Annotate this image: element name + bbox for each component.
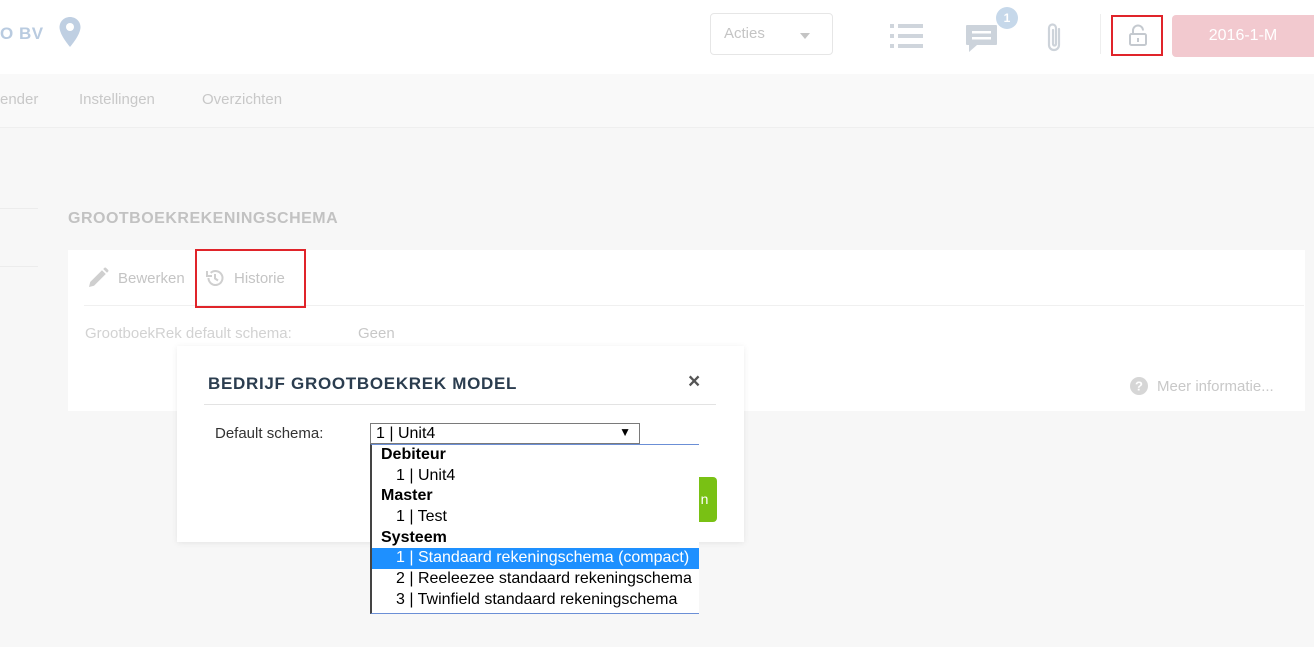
help-icon[interactable]: ? [1130, 377, 1148, 400]
option-debiteur-unit4[interactable]: 1 | Unit4 [372, 466, 699, 487]
actions-label: Acties [724, 25, 765, 42]
option-group-debiteur: Debiteur [381, 446, 446, 463]
field-value: Geen [358, 325, 395, 342]
section-title: GROOTBOEKREKENINGSCHEMA [68, 210, 339, 227]
option-reeleezee[interactable]: 2 | Reeleezee standaard rekeningschema [372, 569, 699, 590]
option-group-master: Master [381, 487, 433, 505]
close-icon[interactable]: × [688, 371, 700, 392]
svg-text:?: ? [1135, 379, 1143, 394]
option-twinfield[interactable]: 3 | Twinfield standaard rekeningschema [372, 590, 699, 611]
field-label: GrootboekRek default schema: [85, 325, 292, 342]
option-standaard-compact[interactable]: 1 | Standaard rekeningschema (compact) [372, 548, 699, 570]
caret-down-icon [800, 33, 810, 39]
edit-button[interactable]: Bewerken [118, 270, 185, 287]
schema-dropdown-list[interactable]: Debiteur 1 | Unit4 Master 1 | Test Syste… [370, 444, 699, 614]
paperclip-icon[interactable] [1044, 21, 1066, 60]
period-button[interactable]: 2016-1-M [1172, 15, 1314, 57]
nav-item-overzichten[interactable]: Overzichten [202, 91, 282, 108]
top-bar: O BV Acties 1 2016-1-M [0, 0, 1314, 74]
selected-value: 1 | Unit4 [376, 425, 436, 442]
actions-dropdown[interactable]: Acties [710, 13, 833, 55]
option-group-systeem: Systeem [381, 528, 447, 546]
dialog-title: BEDRIJF GROOTBOEKREK MODEL [208, 374, 518, 393]
nav-item-instellingen[interactable]: Instellingen [79, 91, 155, 108]
history-icon[interactable] [205, 268, 225, 293]
notification-badge: 1 [996, 7, 1018, 29]
chat-icon[interactable] [965, 24, 998, 59]
default-schema-label: Default schema: [215, 425, 324, 442]
default-schema-select[interactable]: 1 | Unit4 ▼ [370, 423, 640, 444]
company-name: O BV [0, 24, 44, 43]
caret-down-icon: ▼ [619, 425, 631, 439]
pencil-icon[interactable] [87, 267, 109, 294]
divider [1100, 14, 1101, 54]
nav-bar: ender Instellingen Overzichten [0, 74, 1314, 128]
history-button[interactable]: Historie [234, 270, 285, 287]
option-master-test[interactable]: 1 | Test [372, 507, 699, 528]
divider [0, 266, 38, 267]
list-icon[interactable] [890, 24, 924, 55]
nav-item-agenda[interactable]: ender [0, 91, 38, 108]
more-info-link[interactable]: Meer informatie... [1157, 378, 1274, 395]
lock-icon [1128, 24, 1148, 51]
divider [0, 208, 38, 209]
divider [204, 404, 716, 405]
location-pin-icon[interactable] [58, 16, 82, 53]
